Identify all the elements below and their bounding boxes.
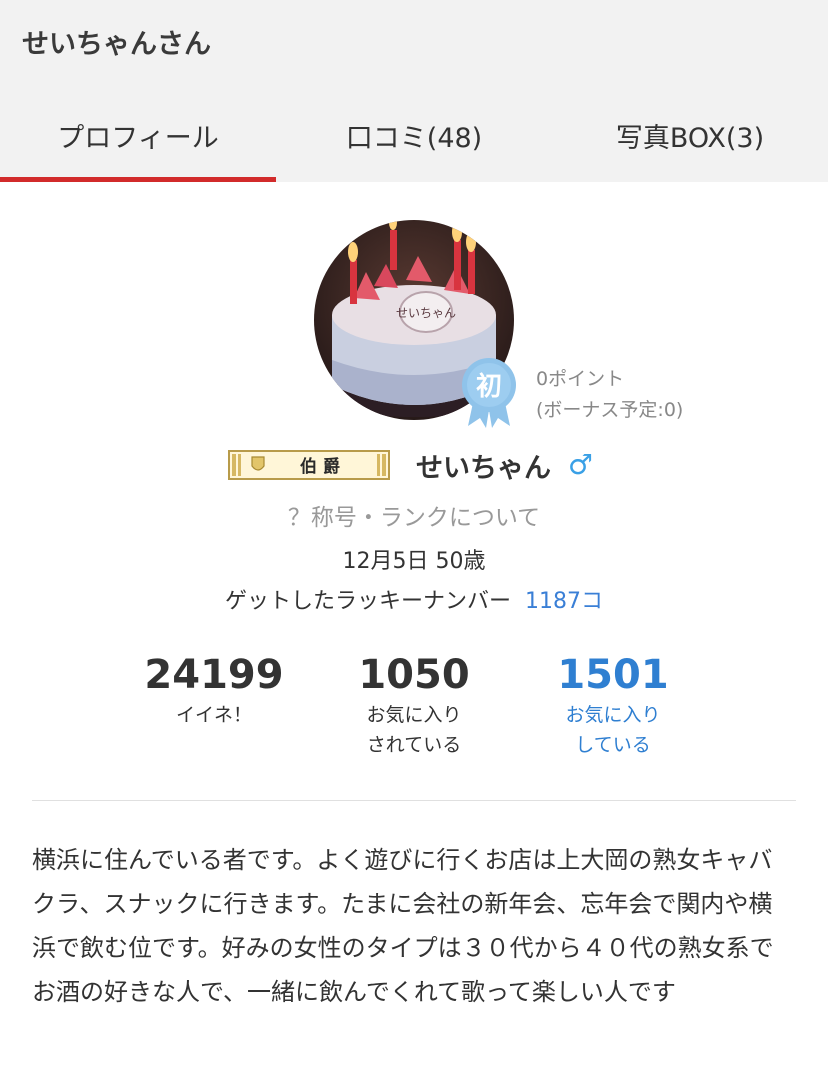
rank-info-link[interactable]: ？称号・ランクについて [0, 498, 828, 532]
tab-bar: プロフィール 口コミ(48) 写真BOX(3) [0, 88, 828, 182]
stats-row: 24199 イイネ！ 1050 お気に入り されている 1501 お気に入り し… [0, 650, 828, 770]
divider [32, 800, 796, 801]
lucky-number-label: ゲットしたラッキーナンバー [224, 589, 511, 614]
birthday-age: 12月5日 50歳 [342, 549, 486, 574]
header: せいちゃんさん プロフィール 口コミ(48) 写真BOX(3) [0, 0, 828, 182]
stat-favoriting-label-2: している [575, 734, 651, 756]
stat-favorited-label-1: お気に入り [366, 704, 462, 726]
stat-likes: 24199 イイネ！ [124, 650, 304, 730]
rank-badge-icon: 初 [460, 358, 518, 428]
stat-favorited[interactable]: 1050 お気に入り されている [324, 650, 504, 760]
lucky-number-value[interactable]: 1187コ [525, 589, 603, 614]
stat-favoriting-count: 1501 [557, 652, 669, 698]
stat-favoriting-label-1: お気に入り [565, 704, 661, 726]
rank-row: 伯 爵 せいちゃん ♂ [0, 446, 828, 486]
points-info: 0ポイント (ボーナス予定:0) [536, 364, 683, 426]
stat-favoriting[interactable]: 1501 お気に入り している [523, 650, 703, 760]
stat-favorited-label-2: されている [366, 734, 462, 756]
username: せいちゃん [416, 453, 551, 484]
svg-text:せいちゃん: せいちゃん [396, 306, 456, 320]
points-value: 0ポイント [536, 368, 625, 390]
profile-bio: 横浜に住んでいる者です。よく遊びに行くお店は上大岡の熟女キャバクラ、スナックに行… [32, 846, 774, 1006]
rank-plate-label: 伯 爵 [300, 456, 340, 477]
tab-reviews[interactable]: 口コミ(48) [276, 88, 552, 182]
bonus-value: (ボーナス予定:0) [536, 399, 684, 421]
tab-photo-box[interactable]: 写真BOX(3) [552, 88, 828, 182]
rank-plate: 伯 爵 [228, 450, 390, 480]
stat-favorited-count: 1050 [358, 652, 470, 698]
stat-likes-label: イイネ！ [175, 704, 252, 726]
stat-likes-count: 24199 [144, 652, 284, 698]
lucky-number-row: ゲットしたラッキーナンバー 1187コ [0, 583, 828, 615]
page-title: せいちゃんさん [22, 29, 211, 60]
tab-profile[interactable]: プロフィール [0, 88, 276, 182]
male-icon: ♂ [568, 448, 594, 481]
badge-char: 初 [476, 372, 502, 402]
